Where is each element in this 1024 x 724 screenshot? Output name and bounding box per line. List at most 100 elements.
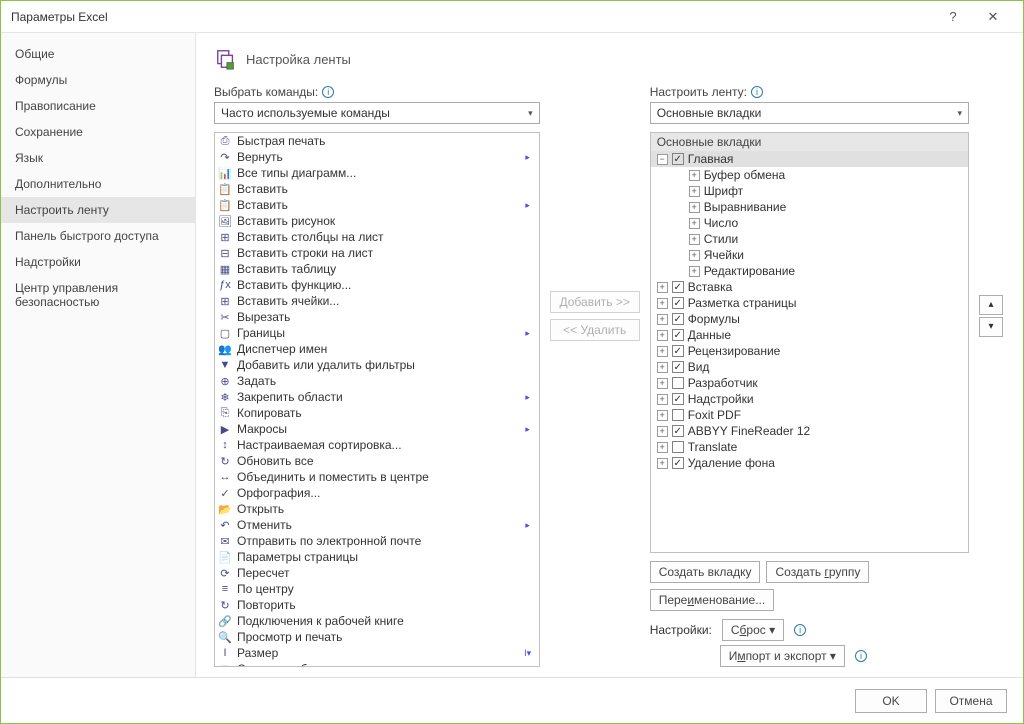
tree-node[interactable]: +✓ABBYY FineReader 12 — [651, 423, 968, 439]
command-item[interactable]: 📊Все типы диаграмм... — [215, 165, 539, 181]
expand-icon[interactable]: + — [689, 266, 700, 277]
tree-node[interactable]: +Шрифт — [651, 183, 968, 199]
command-item[interactable]: ▶Макросы▸ — [215, 421, 539, 437]
checkbox[interactable] — [672, 377, 684, 389]
sidebar-item[interactable]: Панель быстрого доступа — [1, 223, 195, 249]
tree-node[interactable]: +Разработчик — [651, 375, 968, 391]
expand-icon[interactable]: + — [657, 378, 668, 389]
checkbox[interactable]: ✓ — [672, 313, 684, 325]
collapse-icon[interactable]: − — [657, 154, 668, 165]
expand-icon[interactable]: + — [689, 218, 700, 229]
command-item[interactable]: 📋Вставить▸ — [215, 197, 539, 213]
expand-icon[interactable]: + — [657, 458, 668, 469]
command-item[interactable]: ⎙Быстрая печать — [215, 133, 539, 149]
sidebar-item[interactable]: Дополнительно — [1, 171, 195, 197]
expand-icon[interactable]: + — [689, 186, 700, 197]
add-button[interactable]: Добавить >> — [550, 291, 640, 313]
checkbox[interactable] — [672, 409, 684, 421]
command-item[interactable]: ▢Границы▸ — [215, 325, 539, 341]
tree-node[interactable]: +Число — [651, 215, 968, 231]
new-group-button[interactable]: Создать группу — [766, 561, 869, 583]
expand-icon[interactable]: + — [689, 234, 700, 245]
expand-icon[interactable]: + — [657, 410, 668, 421]
expand-icon[interactable]: + — [657, 394, 668, 405]
expand-icon[interactable]: + — [657, 330, 668, 341]
command-item[interactable]: ✉Отправить по электронной почте — [215, 533, 539, 549]
checkbox[interactable]: ✓ — [672, 329, 684, 341]
cancel-button[interactable]: Отмена — [935, 689, 1007, 713]
tree-node[interactable]: +Ячейки — [651, 247, 968, 263]
expand-icon[interactable]: + — [689, 170, 700, 181]
tree-node[interactable]: +✓Надстройки — [651, 391, 968, 407]
command-item[interactable]: ▼Добавить или удалить фильтры — [215, 357, 539, 373]
command-item[interactable]: 📂Открыть — [215, 501, 539, 517]
expand-icon[interactable]: + — [657, 298, 668, 309]
checkbox[interactable]: ✓ — [672, 393, 684, 405]
checkbox[interactable]: ✓ — [672, 457, 684, 469]
info-icon[interactable]: i — [751, 86, 763, 98]
command-item[interactable]: ⟳Пересчет — [215, 565, 539, 581]
reset-dropdown-button[interactable]: Сброс ▾ — [722, 619, 784, 641]
command-item[interactable]: ⊞Вставить ячейки... — [215, 293, 539, 309]
expand-icon[interactable]: + — [657, 442, 668, 453]
choose-commands-dropdown[interactable]: Часто используемые команды ▾ — [214, 102, 540, 124]
command-item[interactable]: IРазмерI▾ — [215, 645, 539, 661]
command-item[interactable]: ƒxВставить функцию... — [215, 277, 539, 293]
command-item[interactable]: ▦Вставить таблицу — [215, 261, 539, 277]
expand-icon[interactable]: + — [689, 250, 700, 261]
command-item[interactable]: ⎘Копировать — [215, 405, 539, 421]
command-item[interactable]: ⊕Задать — [215, 373, 539, 389]
command-item[interactable]: ⊟Вставить строки на лист — [215, 245, 539, 261]
command-item[interactable]: ⊞Сводная таблица — [215, 661, 539, 667]
command-item[interactable]: ↷Вернуть▸ — [215, 149, 539, 165]
info-icon[interactable]: i — [855, 650, 867, 662]
command-item[interactable]: ≡По центру — [215, 581, 539, 597]
move-down-button[interactable]: ▾ — [979, 317, 1003, 337]
checkbox[interactable]: ✓ — [672, 281, 684, 293]
command-item[interactable]: 🔍Просмотр и печать — [215, 629, 539, 645]
move-up-button[interactable]: ▴ — [979, 295, 1003, 315]
tree-node[interactable]: +✓Данные — [651, 327, 968, 343]
checkbox[interactable]: ✓ — [672, 153, 684, 165]
sidebar-item[interactable]: Формулы — [1, 67, 195, 93]
tree-node[interactable]: +Стили — [651, 231, 968, 247]
tree-node[interactable]: +✓Разметка страницы — [651, 295, 968, 311]
sidebar-item[interactable]: Общие — [1, 41, 195, 67]
checkbox[interactable]: ✓ — [672, 345, 684, 357]
command-item[interactable]: ↻Повторить — [215, 597, 539, 613]
sidebar-item[interactable]: Центр управления безопасностью — [1, 275, 195, 315]
tree-node[interactable]: +✓Удаление фона — [651, 455, 968, 471]
checkbox[interactable]: ✓ — [672, 425, 684, 437]
rename-button[interactable]: Переименование... — [650, 589, 775, 611]
expand-icon[interactable]: + — [657, 426, 668, 437]
tree-node[interactable]: +Буфер обмена — [651, 167, 968, 183]
command-item[interactable]: 📋Вставить — [215, 181, 539, 197]
checkbox[interactable] — [672, 441, 684, 453]
expand-icon[interactable]: + — [689, 202, 700, 213]
command-item[interactable]: 👥Диспетчер имен — [215, 341, 539, 357]
command-item[interactable]: ❄Закрепить области▸ — [215, 389, 539, 405]
close-button[interactable]: ✕ — [973, 9, 1013, 25]
checkbox[interactable]: ✓ — [672, 297, 684, 309]
command-item[interactable]: ↕Настраиваемая сортировка... — [215, 437, 539, 453]
command-item[interactable]: ✓Орфография... — [215, 485, 539, 501]
command-item[interactable]: 🖼Вставить рисунок — [215, 213, 539, 229]
checkbox[interactable]: ✓ — [672, 361, 684, 373]
expand-icon[interactable]: + — [657, 314, 668, 325]
customize-ribbon-dropdown[interactable]: Основные вкладки ▾ — [650, 102, 969, 124]
tree-node[interactable]: +✓Формулы — [651, 311, 968, 327]
expand-icon[interactable]: + — [657, 346, 668, 357]
tree-node[interactable]: +Редактирование — [651, 263, 968, 279]
import-export-dropdown-button[interactable]: Импорт и экспорт ▾ — [720, 645, 845, 667]
ribbon-tree[interactable]: Основные вкладки−✓Главная+Буфер обмена+Ш… — [650, 132, 969, 553]
info-icon[interactable]: i — [794, 624, 806, 636]
expand-icon[interactable]: + — [657, 282, 668, 293]
command-item[interactable]: ↶Отменить▸ — [215, 517, 539, 533]
command-item[interactable]: ↔Объединить и поместить в центре — [215, 469, 539, 485]
command-item[interactable]: 📄Параметры страницы — [215, 549, 539, 565]
tree-node[interactable]: +✓Вид — [651, 359, 968, 375]
new-tab-button[interactable]: Создать вкладку — [650, 561, 761, 583]
sidebar-item[interactable]: Язык — [1, 145, 195, 171]
sidebar-item[interactable]: Надстройки — [1, 249, 195, 275]
tree-node[interactable]: −✓Главная — [651, 151, 968, 167]
